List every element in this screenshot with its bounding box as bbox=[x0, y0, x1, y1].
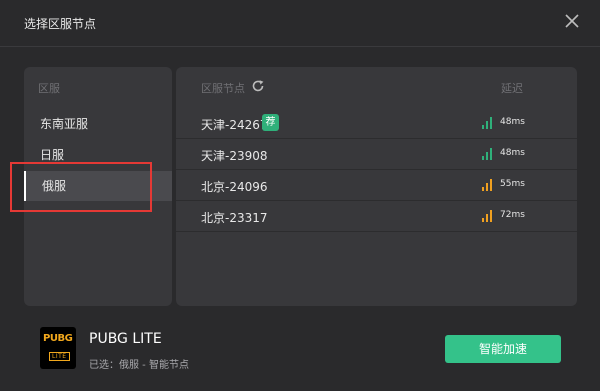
signal-bars-icon bbox=[482, 148, 494, 160]
window-title: 选择区服节点 bbox=[24, 17, 97, 31]
close-icon[interactable] bbox=[564, 13, 580, 29]
node-row[interactable]: 北京-24096 55ms bbox=[176, 170, 577, 201]
node-row[interactable]: 北京-23317 72ms bbox=[176, 201, 577, 232]
selected-node-info: 已选：俄服 - 智能节点 bbox=[89, 360, 189, 371]
node-name: 天津-23908 bbox=[201, 149, 268, 163]
node-latency: 48ms bbox=[500, 117, 525, 127]
game-logo: PUBG LITE bbox=[40, 327, 76, 369]
refresh-icon[interactable] bbox=[251, 79, 265, 93]
logo-text-top: PUBG bbox=[43, 333, 73, 344]
region-panel: 区服 东南亚服 日服 俄服 bbox=[24, 67, 172, 306]
region-item-label: 日服 bbox=[40, 148, 65, 162]
node-name: 北京-24096 bbox=[201, 180, 268, 194]
node-row[interactable]: 天津-24267 荐 48ms bbox=[176, 108, 577, 139]
region-item-japan[interactable]: 日服 bbox=[24, 140, 172, 170]
region-item-label: 东南亚服 bbox=[40, 117, 89, 131]
logo-text-bottom: LITE bbox=[49, 352, 70, 361]
game-name: PUBG LITE bbox=[89, 331, 162, 347]
node-name: 天津-24267 bbox=[201, 118, 268, 132]
latency-header: 延迟 bbox=[501, 82, 523, 95]
node-name: 北京-23317 bbox=[201, 211, 268, 225]
accelerate-button[interactable]: 智能加速 bbox=[445, 335, 561, 363]
region-item-sea[interactable]: 东南亚服 bbox=[24, 109, 172, 139]
node-row[interactable]: 天津-23908 48ms bbox=[176, 139, 577, 170]
node-header: 区服节点 bbox=[201, 82, 245, 95]
node-panel: 区服节点 延迟 天津-24267 荐 48ms 天津-23908 48ms 北京… bbox=[176, 67, 577, 306]
signal-bars-icon bbox=[482, 117, 494, 129]
recommend-badge: 荐 bbox=[262, 114, 279, 131]
signal-bars-icon bbox=[482, 179, 494, 191]
node-latency: 48ms bbox=[500, 148, 525, 158]
region-item-label: 俄服 bbox=[42, 179, 67, 193]
region-item-russia[interactable]: 俄服 bbox=[24, 171, 172, 201]
region-header: 区服 bbox=[38, 82, 60, 95]
signal-bars-icon bbox=[482, 210, 494, 222]
node-latency: 55ms bbox=[500, 179, 525, 189]
node-latency: 72ms bbox=[500, 210, 525, 220]
title-bar: 选择区服节点 bbox=[0, 0, 600, 47]
